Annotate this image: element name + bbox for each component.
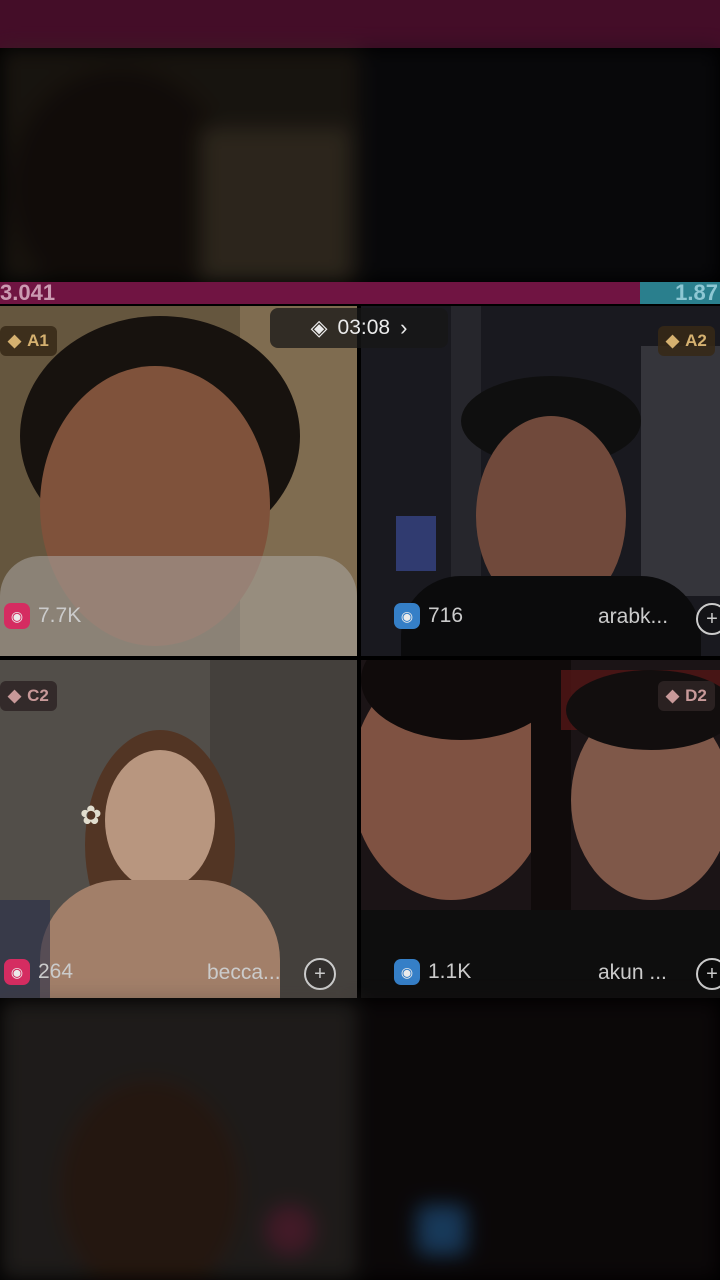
guest-name-d2[interactable]: akun ... bbox=[598, 961, 667, 985]
right-team-score: 1.87 bbox=[675, 280, 718, 305]
tile-divider-vertical bbox=[357, 306, 361, 998]
diamond-icon: ◆ bbox=[8, 331, 22, 350]
follow-button-c2[interactable]: + bbox=[304, 958, 336, 990]
battle-score-bar bbox=[0, 282, 720, 304]
guest-tile-c2[interactable]: ✿ bbox=[0, 660, 357, 998]
diamond-shield-icon: ◈ bbox=[310, 315, 328, 340]
diamond-icon: ◆ bbox=[8, 686, 22, 705]
viewer-count-d2: ◉ 1.1K bbox=[394, 959, 471, 985]
guest-name-a2[interactable]: arabk... bbox=[598, 605, 668, 629]
timer-text: 03:08 bbox=[337, 316, 391, 339]
viewer-count-a2: ◉ 716 bbox=[394, 603, 463, 629]
blurred-next-frame bbox=[0, 1000, 720, 1280]
tile-badge-a1: ◆ A1 bbox=[0, 326, 57, 356]
viewer-icon: ◉ bbox=[4, 959, 30, 985]
viewer-count-c2: ◉ 264 bbox=[4, 959, 73, 985]
guest-name-c2[interactable]: becca... bbox=[207, 961, 281, 985]
tile-badge-d2: ◆ D2 bbox=[658, 681, 715, 711]
diamond-icon: ◆ bbox=[666, 686, 680, 705]
follow-button-a2[interactable]: + bbox=[696, 603, 720, 635]
battle-timer[interactable]: ◈ 03:08 › bbox=[270, 308, 448, 348]
plus-icon: + bbox=[706, 963, 718, 985]
top-banner bbox=[0, 0, 720, 48]
viewer-count-a1: ◉ 7.7K bbox=[4, 603, 81, 629]
viewer-icon: ◉ bbox=[4, 603, 30, 629]
tile-badge-c2: ◆ C2 bbox=[0, 681, 57, 711]
plus-icon: + bbox=[314, 963, 326, 985]
blurred-previous-frame bbox=[0, 48, 720, 282]
plus-icon: + bbox=[706, 608, 718, 630]
follow-button-d2[interactable]: + bbox=[696, 958, 720, 990]
tile-badge-a2: ◆ A2 bbox=[658, 326, 715, 356]
tile-divider-horizontal bbox=[0, 656, 720, 660]
chevron-right-icon: › bbox=[400, 315, 408, 340]
viewer-icon: ◉ bbox=[394, 603, 420, 629]
flower-icon: ✿ bbox=[80, 800, 102, 830]
left-team-score: 3.041 bbox=[0, 280, 56, 305]
diamond-icon: ◆ bbox=[666, 331, 680, 350]
viewer-icon: ◉ bbox=[394, 959, 420, 985]
